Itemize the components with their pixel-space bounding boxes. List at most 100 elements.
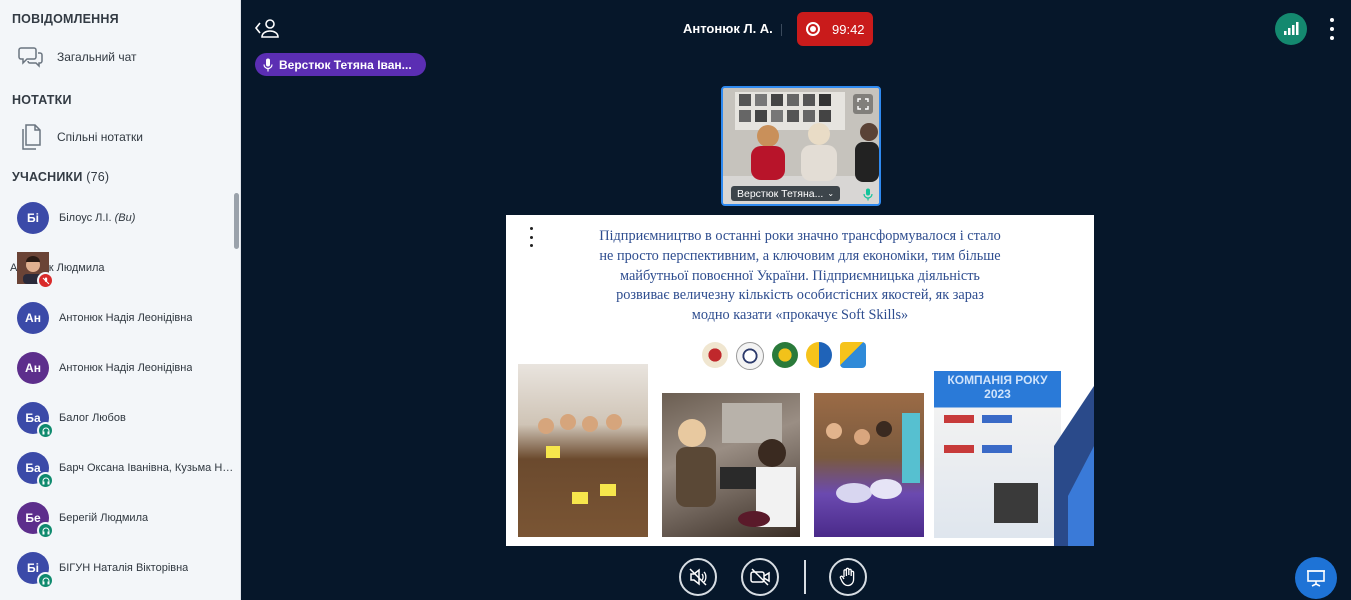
presentation-button[interactable]	[1295, 557, 1337, 599]
logo-emblem	[806, 342, 832, 368]
slide-photo-team	[518, 364, 648, 537]
user-name: Антонюк Надія Леонідівна	[59, 362, 192, 374]
headphones-icon	[37, 522, 54, 539]
user-list-item[interactable]: Бе Берегій Людмила	[0, 495, 234, 541]
notes-icon	[17, 123, 45, 151]
slide-line-2: не просто перспективним, а ключовим для …	[599, 247, 1001, 264]
logo-coat-of-arms	[702, 342, 728, 368]
chevron-down-icon: ⌄	[827, 189, 835, 198]
user-list-item[interactable]: Ба Барч Оксана Іванівна, Кузьма Нагорна	[0, 445, 234, 491]
avatar-initials: Бе	[25, 511, 41, 525]
avatar-initials: Ан	[25, 361, 41, 375]
messages-section-title: ПОВІДОМЛЕННЯ	[12, 12, 119, 26]
avatar-initials: Бі	[27, 561, 39, 575]
webcam-user-label[interactable]: Верстюк Тетяна... ⌄	[731, 186, 841, 201]
user-name-text: Білоус Л.І.	[59, 212, 112, 224]
user-name: Балог Любов	[59, 412, 126, 424]
presenter-name: Антонюк Л. А.	[683, 21, 773, 36]
notes-section-title: НОТАТКИ	[12, 93, 72, 107]
user-name-text: Балог Любов	[59, 412, 126, 424]
user-list-item[interactable]: Ан Антонюк Надія Леонідівна	[0, 345, 234, 391]
public-chat-item[interactable]: Загальний чат	[0, 37, 232, 77]
public-chat-label: Загальний чат	[57, 50, 137, 64]
presentation-slide[interactable]: Підприємництво в останні роки значно тра…	[506, 215, 1094, 546]
user-list-scrollbar-track[interactable]	[234, 190, 240, 600]
slide-line-1: Підприємництво в останні роки значно тра…	[599, 228, 1001, 244]
slide-text: Підприємництво в останні роки значно тра…	[516, 227, 1084, 326]
talker-name: Верстюк Тетяна Іван...	[279, 57, 412, 72]
webcam-user-name: Верстюк Тетяна...	[737, 187, 824, 200]
connection-status-button[interactable]	[1275, 13, 1307, 45]
headphones-icon	[37, 572, 54, 589]
avatar-initials: Ба	[25, 461, 41, 475]
user-name: Антонюк Надія Леонідівна	[59, 312, 192, 324]
user-list-item[interactable]: Ан Антонюк Надія Леонідівна	[0, 295, 234, 341]
toggle-users-button[interactable]	[254, 17, 280, 39]
avatar: Ан	[17, 352, 49, 384]
signal-bars-icon	[1284, 22, 1299, 35]
expand-icon	[857, 98, 869, 110]
user-list-scrollbar-thumb[interactable]	[234, 193, 239, 249]
avatar: Ан	[17, 302, 49, 334]
user-list-item[interactable]: Бі БІГУН Наталія Вікторівна	[0, 545, 234, 591]
users-section-title: УЧАСНИКИ (76)	[12, 170, 109, 184]
sidebar: ПОВІДОМЛЕННЯ Загальний чат НОТАТКИ Спіль…	[0, 0, 241, 600]
user-name-text: Берегій Людмила	[59, 512, 149, 524]
avatar: Бі	[17, 552, 54, 589]
users-count: (76)	[86, 170, 110, 184]
avatar: Ба	[17, 402, 54, 439]
shared-notes-label: Спільні нотатки	[57, 130, 143, 144]
raise-hand-button[interactable]	[829, 558, 867, 596]
logo-hands	[840, 342, 866, 368]
avatar: Бі	[17, 202, 49, 234]
user-name-text: Антонюк Надія Леонідівна	[59, 362, 193, 374]
recording-time: 99:42	[832, 21, 865, 37]
you-suffix: (Ви)	[114, 212, 136, 224]
user-name-text: Антонюк Надія Леонідівна	[59, 312, 193, 324]
current-talker-indicator[interactable]: Верстюк Тетяна Іван...	[255, 53, 426, 76]
slide-line-3: майбутньої повоєнної України. Підприємни…	[620, 267, 980, 284]
avatar-initials: Ан	[25, 311, 41, 325]
avatar-initials: Бі	[27, 211, 39, 225]
chat-icon	[17, 43, 45, 71]
logo-university	[736, 342, 764, 370]
speaker-muted-icon	[689, 568, 707, 586]
controls-divider	[804, 560, 806, 594]
logo-association	[772, 342, 798, 368]
user-name: Білоус Л.І. (Ви)	[59, 212, 135, 224]
video-toggle-button[interactable]	[741, 558, 779, 596]
fullscreen-button[interactable]	[853, 94, 873, 114]
user-list-item[interactable]: Антонюк Людмила	[0, 245, 234, 291]
presentation-icon	[1307, 570, 1325, 587]
slide-line-4: розвиває величезну кількість особистісни…	[616, 287, 984, 304]
user-name: Барч Оксана Іванівна, Кузьма Нагорна	[59, 462, 234, 474]
record-icon	[806, 22, 820, 36]
topbar-divider	[781, 24, 782, 36]
slide-line-5: модно казати «прокачує Soft Skills»	[691, 307, 909, 324]
user-name-text: БІГУН Наталія Вікторівна	[59, 562, 189, 574]
audio-toggle-button[interactable]	[679, 558, 717, 596]
slide-corner-decoration	[1054, 386, 1094, 546]
camera-off-icon	[750, 568, 770, 586]
user-list-item[interactable]: Ба Балог Любов	[0, 395, 234, 441]
microphone-icon	[263, 58, 273, 71]
user-name: Берегій Людмила	[59, 512, 148, 524]
slide-options-button[interactable]	[526, 227, 536, 247]
user-list-item[interactable]: Бі Білоус Л.І. (Ви)	[0, 195, 234, 241]
headphones-icon	[37, 472, 54, 489]
user-name-text: Барч Оксана Іванівна, Кузьма Нагорна	[59, 462, 234, 474]
avatar-initials: Ба	[25, 411, 41, 425]
shared-notes-item[interactable]: Спільні нотатки	[0, 117, 232, 157]
user-back-icon	[254, 19, 279, 38]
webcam-mic-icon	[862, 188, 874, 201]
slide-photo-cooking	[662, 393, 800, 537]
avatar	[17, 252, 54, 289]
avatar: Ба	[17, 452, 54, 489]
users-title-text: УЧАСНИКИ	[12, 170, 83, 184]
recording-button[interactable]: 99:42	[797, 12, 873, 46]
mic-muted-icon	[37, 272, 54, 289]
options-menu-button[interactable]	[1322, 18, 1342, 40]
webcam-video[interactable]: Верстюк Тетяна... ⌄	[721, 86, 881, 206]
user-name: БІГУН Наталія Вікторівна	[59, 562, 188, 574]
headphones-icon	[37, 422, 54, 439]
